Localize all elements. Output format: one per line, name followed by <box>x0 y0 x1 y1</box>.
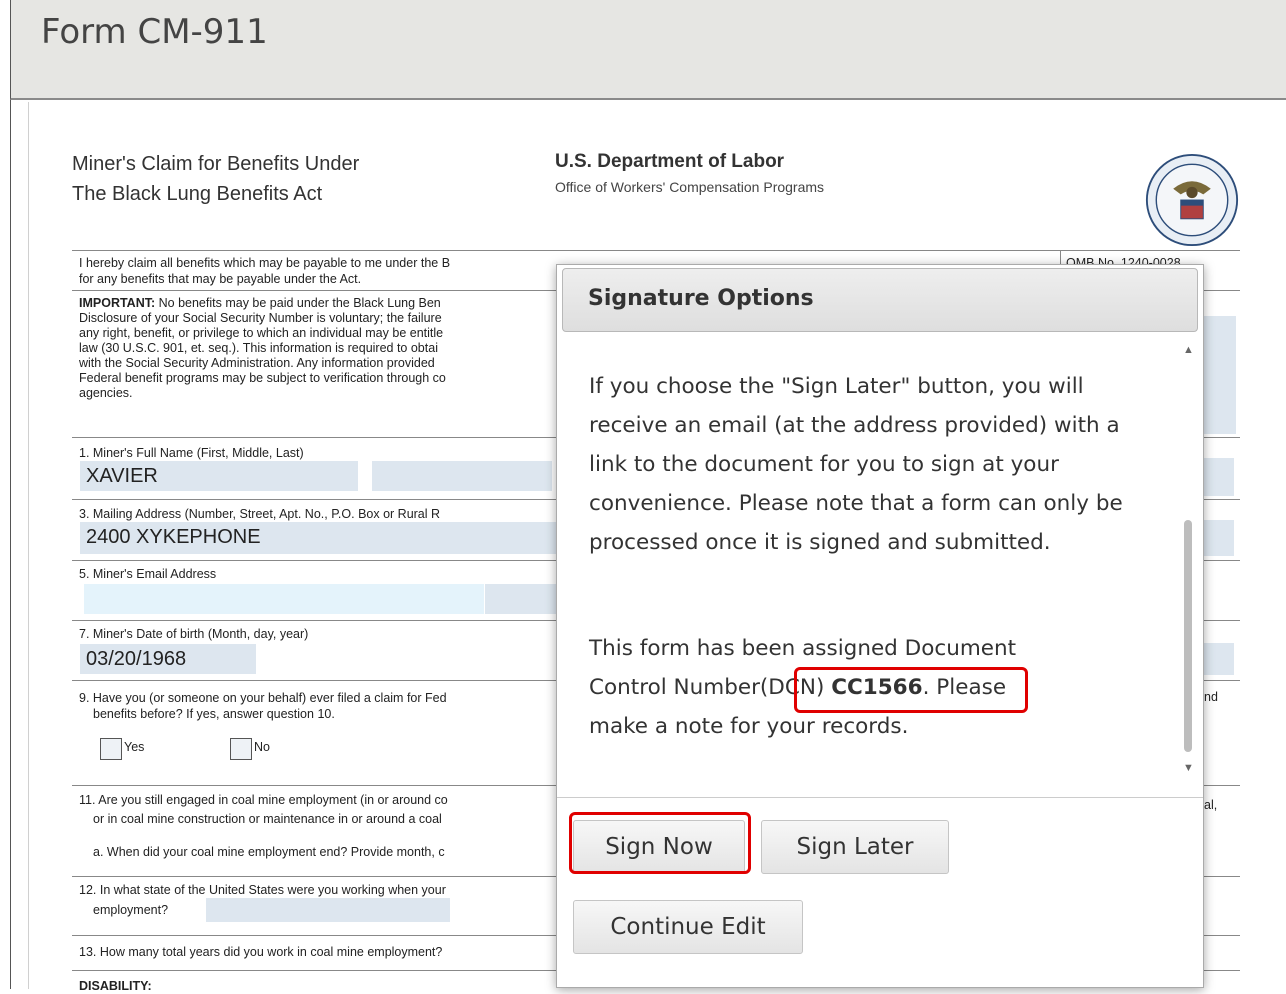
important-text: No benefits may be paid under the Black … <box>155 296 441 310</box>
department-name: U.S. Department of Labor <box>555 151 785 172</box>
email-field-extension[interactable] <box>485 584 556 614</box>
intro-text: I hereby claim all benefits which may be… <box>79 256 451 270</box>
dialog-divider <box>557 797 1203 798</box>
intro-text: for any benefits that may be payable und… <box>79 272 362 286</box>
dcn-text: Control Number <box>589 675 760 700</box>
q5-label: 5. Miner's Email Address <box>79 567 217 581</box>
important-text: Federal benefit programs may be subject … <box>79 371 446 385</box>
yes-checkbox[interactable] <box>100 738 122 760</box>
mailing-address-field[interactable]: 2400 XYKEPHONE <box>80 522 556 554</box>
q3-label: 3. Mailing Address (Number, Street, Apt.… <box>79 507 441 521</box>
q13-label: 13. How many total years did you work in… <box>79 945 443 959</box>
important-text: with the Social Security Administration.… <box>79 356 435 370</box>
disability-heading: DISABILITY: <box>79 979 152 993</box>
divider <box>72 250 1240 251</box>
q10-fragment: nd <box>1204 690 1218 704</box>
dol-seal-icon <box>1145 153 1239 247</box>
dialog-header: Signature Options <box>562 268 1198 332</box>
app-header: Form CM-911 <box>10 0 1286 100</box>
dcn-highlight-box <box>794 667 1028 713</box>
q9-label: benefits before? If yes, answer question… <box>93 707 335 721</box>
state-field[interactable] <box>206 898 450 922</box>
first-name-field[interactable]: XAVIER <box>80 461 358 491</box>
scroll-down-arrow-icon[interactable]: ▼ <box>1183 762 1194 774</box>
q7-label: 7. Miner's Date of birth (Month, day, ye… <box>79 627 309 641</box>
continue-edit-button[interactable]: Continue Edit <box>573 900 803 954</box>
scrollbar-thumb[interactable] <box>1184 520 1192 752</box>
important-text: any right, benefit, or privilege to whic… <box>79 326 444 340</box>
important-label: IMPORTANT: <box>79 296 156 310</box>
app-title: Form CM-911 <box>41 12 268 52</box>
dialog-title: Signature Options <box>588 286 814 311</box>
q1-label: 1. Miner's Full Name (First, Middle, Las… <box>79 446 304 460</box>
important-text: Disclosure of your Social Security Numbe… <box>79 311 442 325</box>
q12-label: employment? <box>93 903 169 917</box>
q9-label: 9. Have you (or someone on your behalf) … <box>79 691 447 705</box>
email-field[interactable] <box>84 584 484 614</box>
q11-label: 11. Are you still engaged in coal mine e… <box>79 793 448 807</box>
date-of-birth-field[interactable]: 03/20/1968 <box>80 644 256 674</box>
dcn-text-line: This form has been assigned Document <box>589 636 1017 661</box>
q12-label: 12. In what state of the United States w… <box>79 883 446 897</box>
important-text: law (30 U.S.C. 901, et. seq.). This info… <box>79 341 438 355</box>
q11a-label: a. When did your coal mine employment en… <box>93 845 445 859</box>
office-name: Office of Workers' Compensation Programs <box>555 179 825 195</box>
yes-label: Yes <box>124 740 145 754</box>
dialog-body[interactable]: If you choose the "Sign Later" button, y… <box>557 333 1203 795</box>
q11-label: or in coal mine construction or maintena… <box>93 812 442 826</box>
middle-name-field[interactable] <box>372 461 552 491</box>
form-title-line1: Miner's Claim for Benefits Under <box>72 153 360 175</box>
sign-later-explanation: If you choose the "Sign Later" button, y… <box>589 374 1123 555</box>
no-checkbox[interactable] <box>230 738 252 760</box>
signature-options-dialog: Signature Options If you choose the "Sig… <box>556 264 1204 988</box>
q11-fragment: al, <box>1204 798 1218 812</box>
important-text: agencies. <box>79 386 133 400</box>
scroll-up-arrow-icon[interactable]: ▲ <box>1183 344 1194 356</box>
form-title-line2: The Black Lung Benefits Act <box>72 183 323 205</box>
sign-later-button[interactable]: Sign Later <box>761 820 949 874</box>
sign-now-highlight-box <box>569 812 751 874</box>
no-label: No <box>254 740 270 754</box>
